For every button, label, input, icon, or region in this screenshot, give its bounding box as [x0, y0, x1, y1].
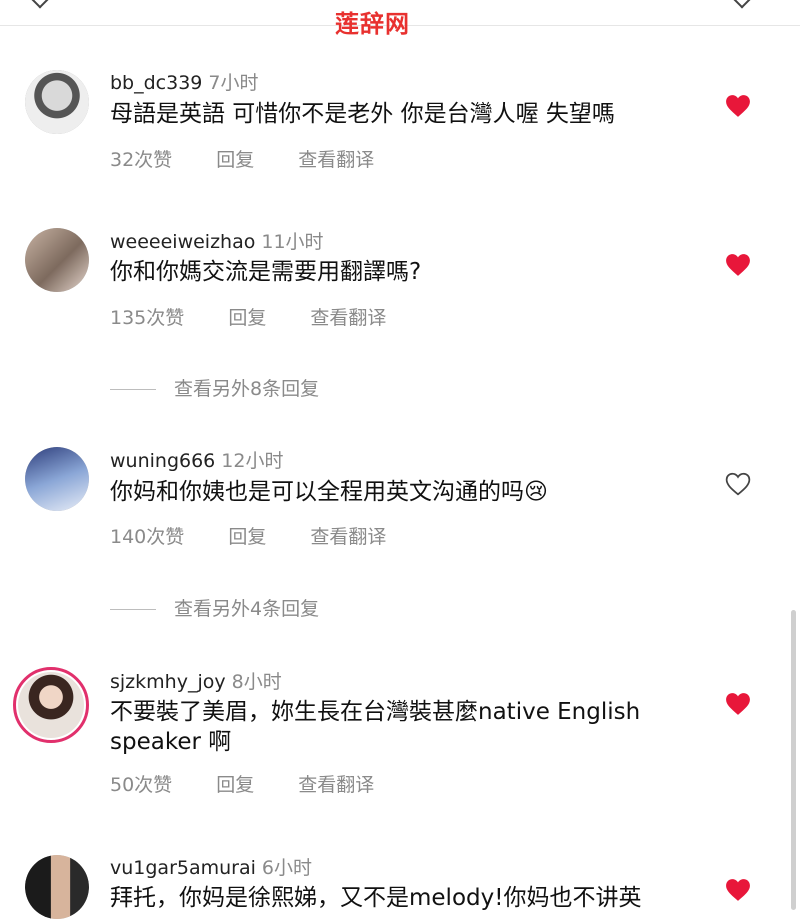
reply-button[interactable]: 回复 — [216, 774, 254, 796]
view-replies-button[interactable]: 查看另外4条回复 — [110, 594, 319, 621]
replies-divider — [110, 389, 156, 390]
comment-text: 拜托，你妈是徐熙娣，又不是melody!你妈也不讲英 — [110, 885, 642, 911]
comment-text: 母語是英語 可惜你不是老外 你是台灣人喔 失望嗎 — [110, 101, 615, 127]
like-count[interactable]: 32次赞 — [110, 149, 172, 171]
like-count[interactable]: 50次赞 — [110, 774, 172, 796]
comment-username[interactable]: weeeeiweizhao — [110, 231, 255, 253]
view-replies-label: 查看另外8条回复 — [174, 378, 320, 400]
comment-time: 11小时 — [261, 231, 324, 253]
heart-filled-icon[interactable] — [725, 94, 751, 118]
translate-button[interactable]: 查看翻译 — [298, 149, 374, 171]
chevron-icon[interactable] — [733, 0, 751, 9]
view-replies-button[interactable]: 查看另外8条回复 — [110, 374, 319, 401]
scrollbar[interactable] — [791, 610, 796, 910]
avatar[interactable] — [25, 447, 89, 511]
avatar[interactable] — [25, 855, 89, 919]
like-count[interactable]: 135次赞 — [110, 307, 184, 329]
like-count[interactable]: 140次赞 — [110, 526, 184, 548]
translate-button[interactable]: 查看翻译 — [310, 307, 386, 329]
comment-username[interactable]: wuning666 — [110, 450, 215, 472]
avatar[interactable] — [25, 228, 89, 292]
heart-filled-icon[interactable] — [725, 878, 751, 902]
comment-text: 不要裝了美眉，妳生長在台灣裝甚麼native English speaker 啊 — [110, 699, 641, 755]
reply-button[interactable]: 回复 — [216, 149, 254, 171]
comment-time: 7小时 — [208, 72, 259, 94]
back-chevron-icon[interactable] — [31, 0, 49, 9]
comment-text: 你妈和你姨也是可以全程用英文沟通的吗😢 — [110, 479, 548, 505]
view-replies-label: 查看另外4条回复 — [174, 598, 320, 620]
heart-filled-icon[interactable] — [725, 253, 751, 277]
heart-outline-icon[interactable] — [725, 472, 751, 496]
comment-time: 8小时 — [231, 671, 282, 693]
reply-button[interactable]: 回复 — [228, 526, 266, 548]
avatar[interactable] — [13, 667, 89, 743]
comment-time: 12小时 — [221, 450, 284, 472]
comment-username[interactable]: bb_dc339 — [110, 72, 202, 94]
comment-time: 6小时 — [261, 857, 312, 879]
reply-button[interactable]: 回复 — [228, 307, 266, 329]
comment-text: 你和你媽交流是需要用翻譯嗎? — [110, 259, 422, 285]
replies-divider — [110, 609, 156, 610]
comment-username[interactable]: vu1gar5amurai — [110, 857, 256, 879]
translate-button[interactable]: 查看翻译 — [310, 526, 386, 548]
comment-username[interactable]: sjzkmhy_joy — [110, 671, 226, 693]
avatar[interactable] — [25, 70, 89, 134]
watermark: 莲辞网 — [335, 10, 410, 38]
heart-filled-icon[interactable] — [725, 692, 751, 716]
translate-button[interactable]: 查看翻译 — [298, 774, 374, 796]
